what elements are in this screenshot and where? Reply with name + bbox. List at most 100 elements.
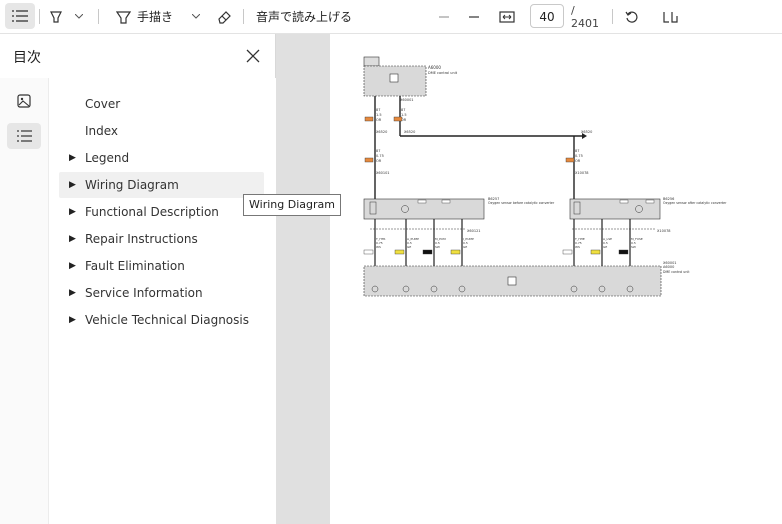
two-page-icon (662, 11, 678, 23)
list-icon (16, 130, 32, 142)
toc-item-label: Repair Instructions (85, 232, 198, 246)
toolbar: 手描き 音声で読み上げる 40 / 2401 (0, 0, 782, 34)
wire-spec-size: 1.5 (401, 113, 407, 117)
lower-wire-color: SW (631, 245, 636, 249)
erase-button[interactable] (213, 0, 235, 33)
expand-arrow-icon[interactable]: ▶ (59, 261, 85, 271)
wire-spec-color: OR (575, 159, 581, 163)
expand-arrow-icon[interactable]: ▶ (59, 288, 85, 298)
expand-arrow-icon[interactable]: ▶ (59, 315, 85, 325)
lower-wire-color: GE (463, 245, 467, 249)
list-icon (12, 10, 28, 22)
lower-wire-color: GE (603, 245, 607, 249)
toc-item[interactable]: ▶ Vehicle Technical Diagnosis (59, 307, 264, 333)
draw-options-dropdown[interactable] (189, 0, 203, 33)
highlight-options-dropdown[interactable] (72, 0, 86, 33)
fit-to-width-button[interactable] (496, 0, 518, 33)
lower-wire-color: WS (376, 245, 381, 249)
wire-label-left2: X6520 (404, 130, 415, 134)
wire-spec-num: 87 (376, 108, 380, 112)
chevron-down-icon (192, 14, 200, 19)
wire-spec-num: 87 (401, 108, 405, 112)
page-total: / 2401 (571, 3, 599, 30)
top-box-id: A6000 (428, 65, 441, 70)
toc-item[interactable]: ▶ Fault Elimination (59, 253, 264, 279)
eraser-icon (217, 10, 231, 24)
connector-bottom: X60001 (663, 261, 677, 265)
toc-item[interactable]: ▶ Service Information (59, 280, 264, 306)
table-of-contents-button[interactable] (5, 3, 35, 29)
lower-wire-color: WS (575, 245, 580, 249)
expand-arrow-icon[interactable]: ▶ (59, 180, 85, 190)
toc-title: 目次 (13, 50, 41, 66)
toc-item-label: Legend (85, 151, 130, 165)
chevron-down-icon (75, 14, 83, 19)
zoom-out-button[interactable] (436, 0, 452, 33)
close-icon (246, 49, 260, 63)
document-viewer[interactable]: A6000 DME control unit X60001 87 1.5 OR … (276, 34, 782, 524)
toolbar-separator (243, 9, 244, 24)
highlighter-icon (50, 10, 62, 23)
toolbar-separator (98, 9, 99, 24)
wire-label-left: X6520 (376, 130, 387, 134)
wire-spec-color: OR (376, 159, 382, 163)
toc-item[interactable]: ▶ Legend (59, 145, 264, 171)
top-box-desc: DME control unit (428, 71, 458, 75)
connector-mid: X60121 (467, 229, 481, 233)
toc-item-label: Wiring Diagram (85, 178, 179, 192)
minus-icon (469, 15, 479, 18)
bottom-box-desc: DME control unit (663, 270, 690, 274)
read-aloud-button[interactable]: 音声で読み上げる (256, 0, 356, 33)
toolbar-separator (39, 9, 40, 24)
toc-item[interactable]: ▶ Wiring Diagram (59, 172, 264, 198)
page-number-input[interactable]: 40 (530, 4, 564, 28)
wiring-diagram: A6000 DME control unit X60001 87 1.5 OR … (363, 56, 727, 297)
splice-right: X10078 (575, 171, 589, 175)
toolbar-separator (612, 9, 613, 24)
rotate-button[interactable] (622, 0, 642, 33)
sensor-left-desc: Oxygen sensor before catalytic converter (488, 201, 555, 205)
close-toc-button[interactable] (244, 47, 262, 65)
wire-label-right: X6520 (581, 130, 592, 134)
toc-item-label: Service Information (85, 286, 203, 300)
toc-header: 目次 (0, 34, 275, 79)
splice-left: X60101 (376, 171, 390, 175)
expand-arrow-icon[interactable]: ▶ (59, 207, 85, 217)
document-page: A6000 DME control unit X60001 87 1.5 OR … (330, 34, 782, 524)
connector-top: X60001 (400, 98, 414, 102)
draw-label[interactable]: 手描き (137, 0, 179, 33)
toc-item[interactable]: Cover (59, 91, 264, 117)
table-of-contents-panel: 目次 Cover Index ▶ Legend ▶ Wiring Diagram ▶ Func… (0, 34, 276, 524)
panel-tab-rail (0, 78, 48, 524)
toc-item-label: Fault Elimination (85, 259, 185, 273)
zoom-in-button[interactable] (466, 0, 482, 33)
sensor-right-desc: Oxygen sensor after catalytic converter (663, 201, 727, 205)
minus-icon (439, 16, 449, 17)
toc-item-label: Cover (85, 97, 121, 111)
toc-item-label: Vehicle Technical Diagnosis (85, 313, 249, 327)
lower-wire-color: GE (407, 245, 411, 249)
wire-spec-num: 87 (575, 149, 579, 153)
toc-item[interactable]: ▶ Functional Description (59, 199, 264, 225)
expand-arrow-icon[interactable]: ▶ (59, 153, 85, 163)
highlight-button[interactable] (46, 0, 66, 33)
connector-mid2: X10078 (657, 229, 671, 233)
contents-tab[interactable] (7, 123, 41, 149)
toc-list: Cover Index ▶ Legend ▶ Wiring Diagram ▶ Functio… (48, 78, 276, 524)
wire-spec-size: 1.5 (376, 113, 382, 117)
toc-item[interactable]: ▶ Repair Instructions (59, 226, 264, 252)
pen-icon (115, 10, 131, 24)
thumbnails-tab[interactable] (7, 88, 41, 114)
toc-item-label: Index (85, 124, 119, 138)
draw-button[interactable] (112, 0, 134, 33)
toc-item[interactable]: Index (59, 118, 264, 144)
fit-width-icon (499, 10, 515, 23)
page-view-button[interactable] (660, 0, 680, 33)
toc-item-label: Functional Description (85, 205, 219, 219)
lower-wire-color: SW (435, 245, 440, 249)
tooltip: Wiring Diagram (243, 194, 341, 216)
wire-spec-num: 87 (376, 149, 380, 153)
rotate-icon (625, 11, 638, 23)
expand-arrow-icon[interactable]: ▶ (59, 234, 85, 244)
bottom-box-id: A6000 (663, 265, 674, 269)
